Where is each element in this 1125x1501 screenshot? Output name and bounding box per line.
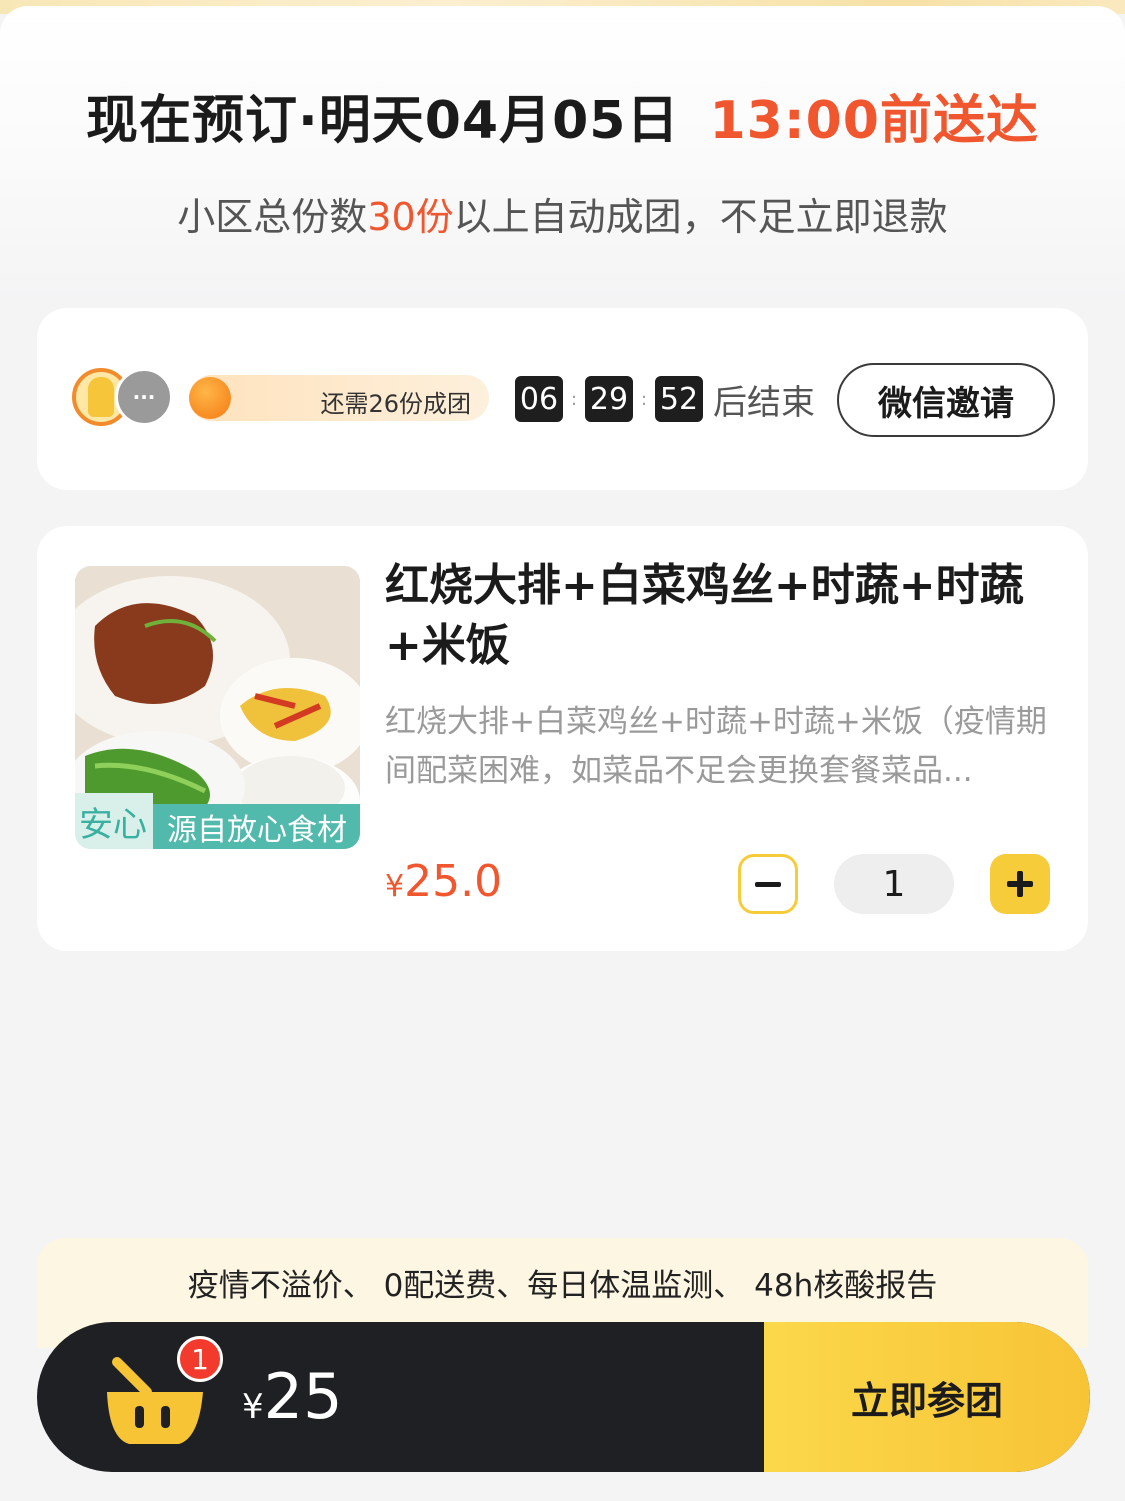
more-avatar: ··· — [115, 368, 173, 426]
cart-count-badge: 1 — [177, 1336, 223, 1382]
countdown-timer: 06 : 29 : 52 后结束 — [515, 375, 815, 423]
group-progress-bar: 还需26份成团 — [189, 375, 489, 421]
delivery-time-text: 13:00前送达 — [709, 91, 1039, 151]
progress-indicator-icon — [189, 377, 231, 419]
total-symbol: ¥ — [242, 1387, 264, 1427]
safe-badge: 安心 — [75, 793, 153, 849]
group-buy-sheet: 现在预订·明天04月05日 13:00前送达 小区总份数30份以上自动成团，不足立… — [0, 6, 1125, 1501]
group-progress-card: ··· 还需26份成团 06 : 29 : 52 后结束 微信邀请 — [37, 308, 1088, 490]
plus-icon-stem — [1017, 871, 1023, 897]
group-rule-text: 小区总份数30份以上自动成团，不足立即退款 — [0, 186, 1125, 241]
rule-prefix: 小区总份数 — [177, 195, 368, 239]
quantity-decrease-button[interactable] — [738, 854, 798, 914]
product-card: 安心 源自放心食材 红烧大排+白菜鸡丝+时蔬+时蔬+米饭 红烧大排+白菜鸡丝+时… — [37, 526, 1088, 951]
product-description: 红烧大排+白菜鸡丝+时蔬+时蔬+米饭（疫情期间配菜困难，如菜品不足会更换套餐菜品… — [385, 704, 1047, 789]
delivery-headline: 现在预订·明天04月05日 13:00前送达 — [0, 78, 1125, 153]
remaining-count-text: 还需26份成团 — [320, 390, 471, 418]
minus-icon — [755, 881, 781, 887]
quantity-value[interactable]: 1 — [834, 854, 954, 914]
source-badge: 源自放心食材 — [153, 804, 360, 849]
checkout-bar: 1 ¥25 立即参团 — [37, 1322, 1090, 1472]
order-date-text: 现在预订·明天04月05日 — [85, 91, 680, 151]
total-value: 25 — [263, 1360, 343, 1433]
mascot-icon — [88, 377, 114, 417]
wechat-invite-button[interactable]: 微信邀请 — [837, 363, 1055, 437]
rule-threshold: 30份 — [367, 195, 454, 239]
service-promise-text: 疫情不溢价、 0配送费、每日体温监测、 48h核酸报告 — [187, 1268, 938, 1304]
total-price: ¥25 — [242, 1360, 343, 1433]
price-value: 25.0 — [404, 856, 503, 907]
rule-suffix: 以上自动成团，不足立即退款 — [453, 195, 948, 239]
timer-separator: : — [640, 388, 648, 410]
product-title[interactable]: 红烧大排+白菜鸡丝+时蔬+时蔬+米饭 — [385, 556, 1045, 676]
product-price: ¥25.0 — [385, 856, 502, 907]
quantity-increase-button[interactable] — [990, 854, 1050, 914]
join-group-button[interactable]: 立即参团 — [764, 1322, 1090, 1472]
timer-hours: 06 — [515, 376, 563, 422]
timer-separator: : — [570, 388, 578, 410]
product-image[interactable]: 安心 源自放心食材 — [75, 566, 360, 849]
timer-suffix: 后结束 — [713, 382, 815, 423]
timer-minutes: 29 — [585, 376, 633, 422]
timer-seconds: 52 — [655, 376, 703, 422]
price-symbol: ¥ — [385, 869, 405, 904]
